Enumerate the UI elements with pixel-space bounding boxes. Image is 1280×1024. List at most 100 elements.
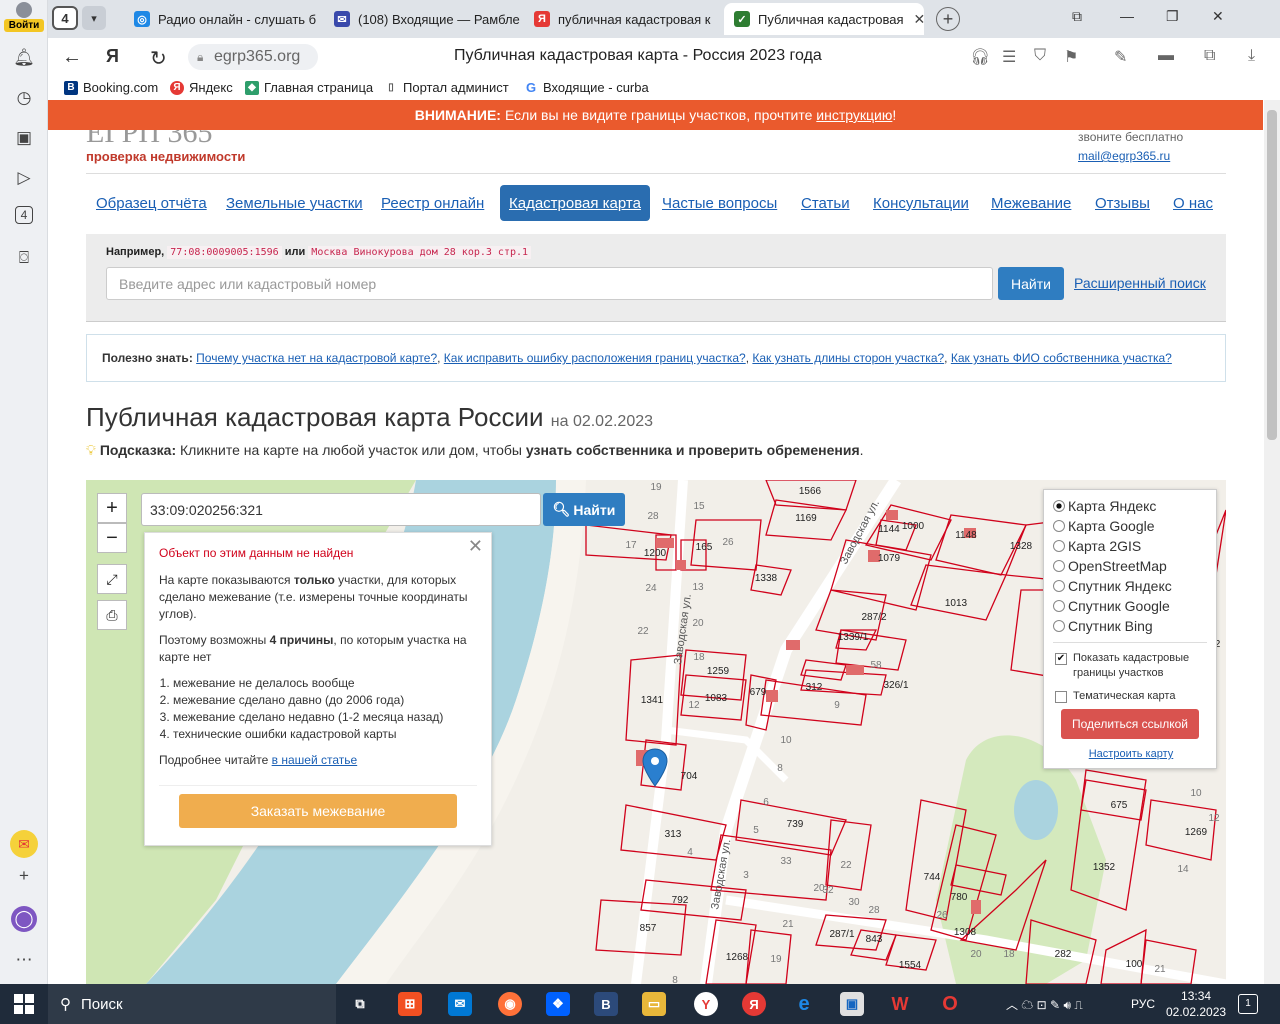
layer-yandex-map[interactable]: Карта Яндекс	[1053, 496, 1207, 516]
language-indicator[interactable]: РУС	[1131, 997, 1155, 1011]
nav-surveying[interactable]: Межевание	[982, 185, 1080, 221]
firefox-icon[interactable]: ◉	[498, 992, 522, 1016]
wps-icon[interactable]: W	[888, 992, 912, 1016]
adblock-icon[interactable]: ⛉	[1034, 47, 1046, 65]
store-icon[interactable]: ⊞	[398, 992, 422, 1016]
layer-2gis-map[interactable]: Карта 2GIS	[1053, 536, 1207, 556]
bell-icon[interactable]: 🔔︎	[12, 46, 36, 70]
chevron-down-icon[interactable]: ▾	[82, 6, 106, 30]
reader-icon[interactable]: ☰	[1002, 47, 1016, 67]
close-window-icon[interactable]: ✕	[1212, 8, 1224, 25]
tab-radio[interactable]: ◎ Радио онлайн - слушать б	[124, 3, 324, 35]
login-button[interactable]: Войти	[4, 2, 44, 34]
parcel-boundary[interactable]	[745, 929, 792, 984]
nav-faq[interactable]: Частые вопросы	[653, 185, 786, 221]
bookmark-gmail[interactable]: G Входящие - curba	[524, 80, 649, 95]
more-icon[interactable]: ⋯	[12, 948, 36, 972]
zoom-in-button[interactable]: +	[97, 493, 127, 523]
headphones-icon[interactable]: 🎧︎	[970, 47, 990, 67]
map-search-button[interactable]: 🔍︎ Найти	[543, 493, 625, 526]
task-view-icon[interactable]: ⧉	[348, 992, 372, 1016]
useful-link[interactable]: Как исправить ошибку расположения границ…	[444, 351, 746, 365]
cadastral-map[interactable]: 1566116910001148132883417120026165114410…	[86, 480, 1226, 984]
url-field[interactable]: 🔒︎ egrp365.org	[188, 44, 318, 70]
vpn-icon[interactable]: ▬	[1158, 47, 1174, 65]
nav-consultations[interactable]: Консультации	[864, 185, 978, 221]
nav-land-plots[interactable]: Земельные участки	[217, 185, 372, 221]
useful-link[interactable]: Почему участка нет на кадастровой карте?	[196, 351, 437, 365]
bookmark-main-page[interactable]: ◆ Главная страница	[245, 80, 373, 95]
bookmark-tabs-icon[interactable]: ⧉	[1072, 8, 1082, 25]
collections-icon[interactable]: ▣	[12, 126, 36, 150]
map-search-input[interactable]: 33:09:020256:321	[141, 493, 541, 526]
article-link[interactable]: в нашей статье	[272, 753, 358, 767]
play-icon[interactable]: ▷	[12, 166, 36, 190]
layer-bing-satellite[interactable]: Спутник Bing	[1053, 616, 1207, 636]
share-link-button[interactable]: Поделиться ссылкой	[1061, 709, 1199, 739]
tab-rambler-mail[interactable]: ✉ (108) Входящие — Рамбле	[324, 3, 524, 35]
mail-icon[interactable]: ✉	[448, 992, 472, 1016]
alice-icon[interactable]: ◯	[11, 906, 37, 932]
layer-google-map[interactable]: Карта Google	[1053, 516, 1207, 536]
dropbox-icon[interactable]: ❖	[546, 992, 570, 1016]
close-icon[interactable]: ✕	[914, 11, 925, 28]
taskbar-search[interactable]: ⚲ Поиск	[48, 984, 336, 1024]
notifications-icon[interactable]: 1	[1238, 994, 1258, 1014]
b-app-icon[interactable]: B	[594, 992, 618, 1016]
parcel-boundary[interactable]	[910, 564, 1007, 621]
tab-cadastral-map[interactable]: ✓ Публичная кадастровая ✕	[724, 3, 924, 35]
system-tray[interactable]: ︿ ☁ ⊡ ✎ 🔊︎ ⎍	[1006, 996, 1083, 1013]
parcel-boundary[interactable]	[1100, 928, 1147, 984]
windows-start-icon[interactable]	[14, 994, 34, 1014]
scrollbar[interactable]	[1264, 100, 1280, 984]
scrollbar-thumb[interactable]	[1267, 110, 1277, 440]
yandex-browser-icon[interactable]: Y	[694, 992, 718, 1016]
edge-icon[interactable]: e	[792, 992, 816, 1016]
site-logo[interactable]: ЕГРП 365	[86, 130, 213, 150]
back-icon[interactable]: ←	[62, 46, 82, 69]
example-address[interactable]: Москва Винокурова дом 28 кор.3 стр.1	[308, 246, 532, 259]
email-link[interactable]: mail@egrp365.ru	[1078, 149, 1170, 163]
yandex-home-icon[interactable]: Я	[106, 46, 119, 67]
bookmark-icon[interactable]: ⚑	[1064, 47, 1078, 67]
history-icon[interactable]: ◷	[12, 86, 36, 110]
nav-about[interactable]: О нас	[1164, 185, 1222, 221]
add-icon[interactable]: +	[12, 864, 36, 888]
bookmark-booking[interactable]: B Booking.com	[64, 80, 158, 95]
show-borders-checkbox[interactable]: ✔ Показать кадастровые границы участков	[1053, 651, 1207, 681]
layer-google-satellite[interactable]: Спутник Google	[1053, 596, 1207, 616]
order-surveying-button[interactable]: Заказать межевание	[179, 794, 457, 828]
advanced-search-link[interactable]: Расширенный поиск	[1074, 275, 1206, 291]
fullscreen-icon[interactable]: ⤢	[97, 564, 127, 594]
search-input[interactable]: Введите адрес или кадастровый номер	[106, 267, 993, 300]
instruction-link[interactable]: инструкцию	[816, 107, 892, 123]
useful-link[interactable]: Как узнать ФИО собственника участка?	[951, 351, 1172, 365]
minimize-icon[interactable]: —	[1120, 8, 1134, 24]
configure-map-link[interactable]: Настроить карту	[1044, 748, 1218, 760]
mail-app-icon[interactable]: ✉	[10, 830, 38, 858]
close-icon[interactable]: ✕	[468, 537, 483, 555]
location-pin-icon[interactable]	[642, 748, 668, 788]
search-button[interactable]: Найти	[998, 267, 1064, 300]
collections-icon[interactable]: ⧉	[1204, 47, 1215, 65]
layer-yandex-satellite[interactable]: Спутник Яндекс	[1053, 576, 1207, 596]
nav-cadastral-map[interactable]: Кадастровая карта	[500, 185, 650, 221]
nav-reviews[interactable]: Отзывы	[1086, 185, 1159, 221]
yandex-icon[interactable]: Я	[742, 992, 766, 1016]
restore-icon[interactable]: ❐	[1166, 8, 1179, 25]
tabs-counter-icon[interactable]: 4	[15, 206, 33, 224]
new-tab-button[interactable]: +	[936, 7, 960, 31]
camera-icon[interactable]: ⌼	[12, 246, 36, 270]
parcel-boundary[interactable]	[825, 819, 872, 891]
layer-osm[interactable]: OpenStreetMap	[1053, 556, 1207, 576]
tab-yandex-search[interactable]: Я публичная кадастровая к	[524, 3, 724, 35]
file-explorer-icon[interactable]: ▭	[642, 992, 666, 1016]
bookmark-yandex[interactable]: Я Яндекс	[170, 80, 233, 95]
thematic-map-checkbox[interactable]: Тематическая карта	[1053, 689, 1207, 704]
reload-icon[interactable]: ↻	[150, 46, 167, 71]
clock[interactable]: 13:34 02.02.2023	[1166, 988, 1226, 1020]
tab-count-badge[interactable]: 4	[52, 6, 78, 30]
extension-icon[interactable]: ✎	[1114, 47, 1127, 67]
bookmark-portal[interactable]: ▯ Портал админист	[384, 80, 508, 95]
print-icon[interactable]: ⎙	[97, 600, 127, 630]
